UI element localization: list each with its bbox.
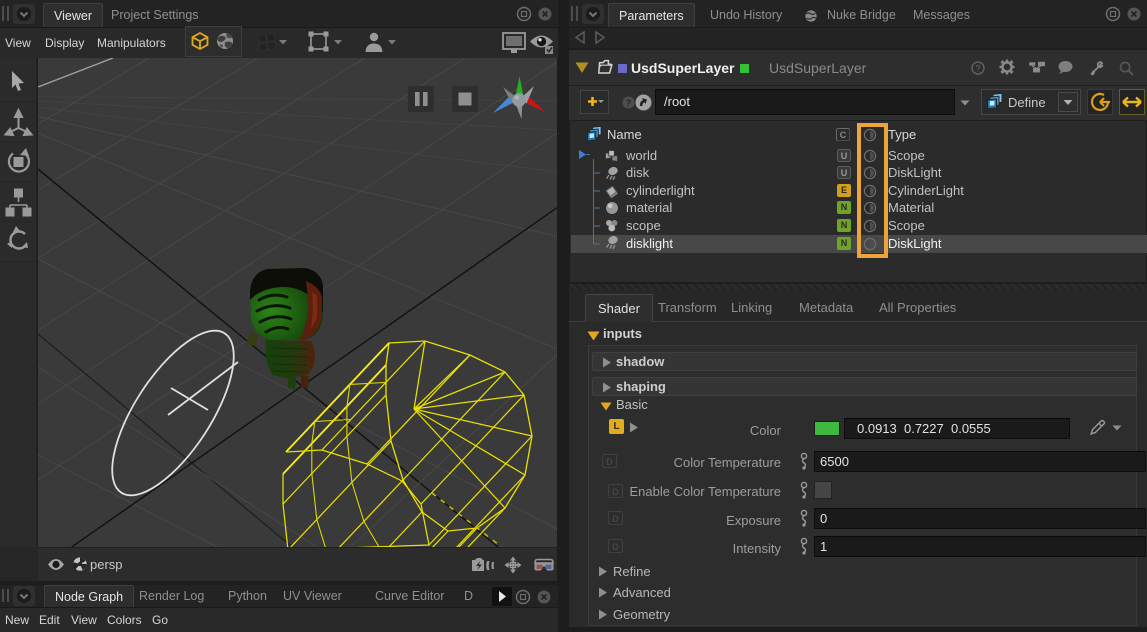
svg-text:?: ? (975, 64, 980, 74)
svg-text:C: C (840, 130, 847, 140)
svg-text:?: ? (626, 98, 632, 108)
svg-text:U: U (841, 168, 848, 178)
svg-text:U: U (841, 151, 848, 161)
